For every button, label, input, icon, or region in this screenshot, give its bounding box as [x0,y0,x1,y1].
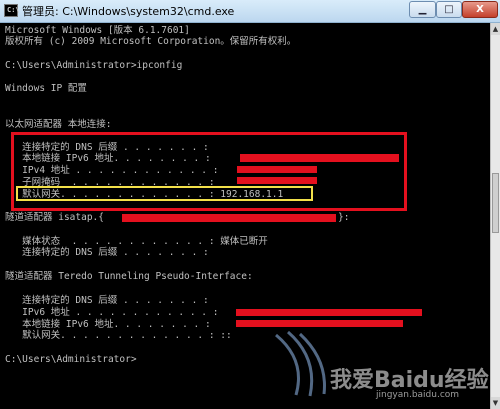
console-line: C:\Users\Administrator> [5,354,137,365]
cmd-app-icon[interactable]: C:\ [4,4,20,17]
close-button[interactable]: X [462,1,498,18]
console-line: C:\Users\Administrator>ipconfig [5,60,183,71]
console-line: 默认网关. . . . . . . . . . . . . : :: [5,330,232,341]
console-line: 以太网适配器 本地连接: [5,119,112,130]
console-line: 隧道适配器 Teredo Tunneling Pseudo-Interface: [5,271,253,282]
redaction-bar [122,214,336,222]
console-line: Windows IP 配置 [5,83,87,94]
maximize-button[interactable]: □ [436,1,462,18]
console-line: Microsoft Windows [版本 6.1.7601] [5,25,190,36]
minimize-button[interactable]: ▁ [409,1,436,18]
console-line: 连接特定的 DNS 后缀 . . . . . . . : [5,247,209,258]
window-title: 管理员: C:\Windows\system32\cmd.exe [22,5,235,18]
baidu-paw-logo [275,330,326,397]
console-line: 隧道适配器 isatap.{ [5,212,104,223]
redaction-bar [240,154,399,162]
console-line: 版权所有 (c) 2009 Microsoft Corporation。保留所有… [5,36,297,47]
scroll-thumb[interactable] [492,173,499,233]
cmd-icon-label: C:\ [7,6,20,14]
watermark-url: jingyan.baidu.com [376,390,460,400]
yellow-highlight-box [16,186,313,201]
redaction-bar [237,166,317,173]
redaction-bar [236,320,403,327]
vertical-scrollbar[interactable]: ▲ ▼ [490,23,500,409]
redaction-bar [237,177,317,184]
console-line: IPv6 地址 . . . . . . . . . . . . : [5,307,219,318]
console-line: 连接特定的 DNS 后缀 . . . . . . . : [5,295,209,306]
scroll-up-arrow-icon[interactable]: ▲ [491,23,500,35]
console-line: 本地链接 IPv6 地址. . . . . . . . : [5,319,211,330]
console-line: }: [338,212,350,223]
title-bar[interactable]: C:\ 管理员: C:\Windows\system32\cmd.exe ▁ □… [0,0,500,23]
console-line: 媒体状态 . . . . . . . . . . . . : 媒体已断开 [5,236,268,247]
redaction-bar [236,309,422,316]
cmd-window: C:\ 管理员: C:\Windows\system32\cmd.exe ▁ □… [0,0,500,409]
scroll-down-arrow-icon[interactable]: ▼ [491,397,500,409]
